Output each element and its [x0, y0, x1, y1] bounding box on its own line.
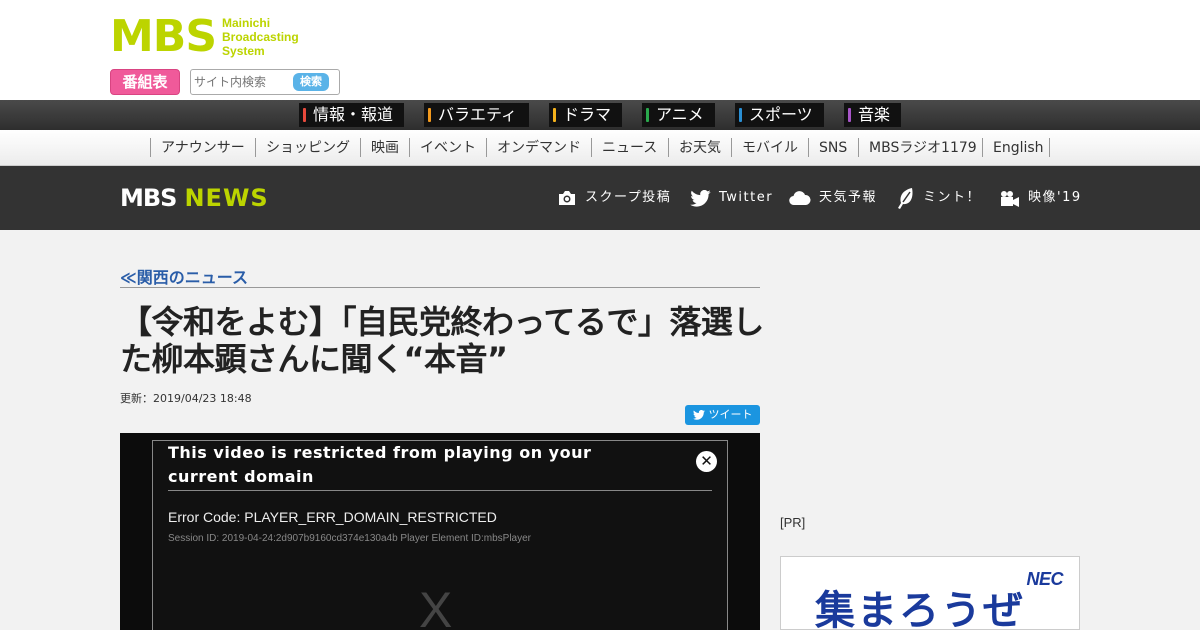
- genre-color-bar: [646, 108, 649, 122]
- genre-label: アニメ: [656, 105, 704, 124]
- error-x-icon: X: [419, 582, 453, 630]
- news-logo-news: NEWS: [184, 184, 269, 212]
- nav-divider: [731, 138, 732, 157]
- genre-color-bar: [428, 108, 431, 122]
- nav-divider: [982, 138, 983, 157]
- site-link-nav: アナウンサー ショッピング 映画 イベント オンデマンド ニュース お天気 モバ…: [0, 130, 1200, 166]
- video-camera-icon: [1001, 190, 1019, 207]
- site-search: 検索: [190, 69, 340, 95]
- nav-link-news[interactable]: ニュース: [602, 140, 657, 156]
- nav-divider: [858, 138, 859, 157]
- nav-link-shopping[interactable]: ショッピング: [266, 140, 350, 156]
- nav-divider: [255, 138, 256, 157]
- genre-drama[interactable]: ドラマ: [549, 103, 622, 127]
- genre-music[interactable]: 音楽: [844, 103, 901, 127]
- genre-label: バラエティ: [438, 105, 518, 124]
- genre-label: スポーツ: [749, 105, 813, 124]
- genre-label: 情報・報道: [313, 105, 394, 124]
- news-link-label: Twitter: [719, 190, 774, 205]
- nav-divider: [1049, 138, 1050, 157]
- news-link-label: ミント！: [923, 190, 982, 205]
- genre-color-bar: [848, 108, 851, 122]
- news-link-mint[interactable]: ミント！: [897, 188, 982, 209]
- video-error-dialog: This video is restricted from playing on…: [152, 440, 728, 630]
- sidebar-ad[interactable]: NEC 集まろうぜ: [780, 556, 1080, 630]
- news-header: MBS NEWS スクープ投稿 Twitter 天気予報 ミント！ 映像'19: [0, 166, 1200, 230]
- news-link-label: 映像'19: [1028, 190, 1082, 205]
- twitter-icon: [692, 410, 705, 420]
- top-header: MBS Mainichi Broadcasting System 番組表 検索: [0, 0, 1200, 100]
- genre-nav: 情報・報道 バラエティ ドラマ アニメ スポーツ 音楽: [0, 100, 1200, 130]
- genre-anime[interactable]: アニメ: [642, 103, 715, 127]
- ad-copy: 集まろうぜ: [815, 588, 1025, 630]
- news-link-label: 天気予報: [819, 190, 878, 205]
- twitter-icon: [690, 189, 711, 207]
- nav-divider: [808, 138, 809, 157]
- article-updated: 更新：2019/04/23 18:48: [120, 392, 252, 405]
- search-input[interactable]: [194, 73, 290, 91]
- genre-color-bar: [553, 108, 556, 122]
- nav-link-mobile[interactable]: モバイル: [742, 140, 798, 156]
- nav-link-event[interactable]: イベント: [420, 140, 476, 156]
- logo-mark: MBS: [110, 11, 217, 62]
- genre-sports[interactable]: スポーツ: [735, 103, 824, 127]
- dialog-divider: [168, 490, 712, 491]
- close-icon[interactable]: ✕: [696, 451, 717, 472]
- leaf-icon: [898, 188, 913, 209]
- page: MBS Mainichi Broadcasting System 番組表 検索 …: [0, 0, 1200, 630]
- news-link-label: スクープ投稿: [585, 190, 672, 205]
- breadcrumb-kansai-news[interactable]: ≪関西のニュース: [120, 264, 248, 288]
- mbs-news-logo[interactable]: MBS NEWS: [120, 186, 269, 210]
- genre-label: ドラマ: [563, 105, 612, 124]
- news-link-scoop[interactable]: スクープ投稿: [557, 188, 671, 208]
- nav-link-movie[interactable]: 映画: [371, 140, 399, 156]
- logo-sub-line: Broadcasting: [222, 30, 299, 44]
- video-session-id: Session ID: 2019-04-24:2d907b9160cd374e1…: [168, 533, 532, 544]
- pr-label: [PR]: [780, 515, 806, 530]
- nav-link-ondemand[interactable]: オンデマンド: [497, 140, 581, 156]
- mbs-logo[interactable]: MBS Mainichi Broadcasting System: [110, 14, 299, 60]
- camera-icon: [559, 191, 575, 205]
- genre-color-bar: [303, 108, 306, 122]
- logo-sub-line: Mainichi: [222, 16, 271, 30]
- nav-link-english[interactable]: English: [993, 140, 1044, 156]
- ad-brand-logo: NEC: [1026, 569, 1063, 589]
- genre-label: 音楽: [858, 105, 891, 124]
- nav-link-announcer[interactable]: アナウンサー: [161, 140, 245, 156]
- news-link-weather[interactable]: 天気予報: [789, 188, 877, 208]
- cloud-icon: [789, 190, 811, 205]
- news-link-twitter[interactable]: Twitter: [690, 188, 773, 208]
- article-title: 【令和をよむ】「自民党終わってるで」落選した柳本顕さんに聞く“本音”: [120, 303, 764, 378]
- nav-divider: [409, 138, 410, 157]
- breadcrumb-divider: [120, 287, 760, 288]
- news-link-eizou[interactable]: 映像'19: [1000, 188, 1082, 208]
- nav-divider: [486, 138, 487, 157]
- genre-color-bar: [739, 108, 742, 122]
- nav-divider: [360, 138, 361, 157]
- search-button[interactable]: 検索: [293, 73, 329, 91]
- nav-link-sns[interactable]: SNS: [819, 140, 847, 156]
- nav-link-weather[interactable]: お天気: [679, 140, 721, 156]
- tweet-button[interactable]: ツイート: [685, 405, 760, 425]
- news-logo-mbs: MBS: [120, 184, 177, 212]
- tweet-label: ツイート: [708, 408, 753, 421]
- nav-divider: [668, 138, 669, 157]
- nav-divider: [150, 138, 151, 157]
- schedule-button[interactable]: 番組表: [110, 69, 180, 95]
- video-error-code: Error Code: PLAYER_ERR_DOMAIN_RESTRICTED: [168, 509, 497, 525]
- nav-divider: [591, 138, 592, 157]
- logo-subtitle: Mainichi Broadcasting System: [222, 16, 299, 58]
- genre-news[interactable]: 情報・報道: [299, 103, 404, 127]
- genre-variety[interactable]: バラエティ: [424, 103, 529, 127]
- logo-sub-line: System: [222, 44, 265, 58]
- video-player[interactable]: This video is restricted from playing on…: [120, 433, 760, 630]
- nav-link-radio[interactable]: MBSラジオ1179: [869, 140, 977, 156]
- video-error-title: This video is restricted from playing on…: [168, 443, 592, 486]
